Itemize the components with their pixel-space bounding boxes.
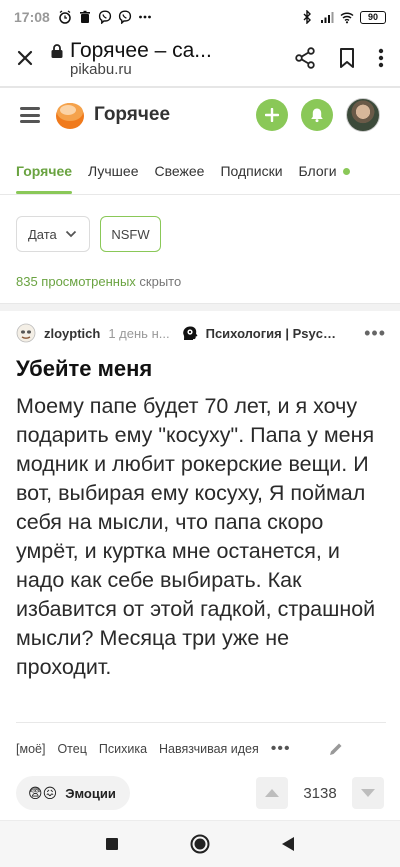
date-select-label: Дата bbox=[28, 226, 57, 242]
post-title[interactable]: Убейте меня bbox=[16, 356, 152, 382]
tab-best[interactable]: Лучшее bbox=[88, 148, 138, 194]
post-meta: zloyptich 1 день н... Психология | Psych… bbox=[16, 320, 386, 346]
close-tab-button[interactable] bbox=[0, 49, 50, 67]
url-area[interactable]: Горячее – са... pikabu.ru bbox=[50, 39, 294, 78]
feed-filters: Дата NSFW bbox=[16, 216, 161, 252]
community-icon[interactable] bbox=[180, 323, 200, 343]
viewed-suffix: скрыто bbox=[135, 274, 182, 289]
site-header: Горячее bbox=[0, 90, 400, 140]
recents-icon[interactable] bbox=[105, 837, 119, 851]
nsfw-toggle[interactable]: NSFW bbox=[100, 216, 161, 252]
downvote-button[interactable] bbox=[352, 777, 384, 809]
tab-blogs[interactable]: Блоги bbox=[299, 148, 350, 194]
share-icon[interactable] bbox=[294, 47, 316, 69]
post-author[interactable]: zloyptich bbox=[44, 326, 100, 341]
upvote-button[interactable] bbox=[256, 777, 288, 809]
tab-fresh[interactable]: Свежее bbox=[154, 148, 204, 194]
viewed-count-link[interactable]: 835 просмотренных bbox=[16, 274, 136, 289]
close-icon bbox=[17, 50, 33, 66]
wifi-icon bbox=[340, 12, 354, 24]
more-tags-button[interactable]: ••• bbox=[271, 740, 291, 758]
post-more-button[interactable]: ••• bbox=[364, 323, 386, 344]
chevron-down-icon bbox=[65, 230, 76, 238]
back-icon[interactable] bbox=[281, 836, 295, 852]
trash-icon bbox=[79, 10, 90, 23]
divider bbox=[0, 86, 400, 88]
page-domain: pikabu.ru bbox=[70, 60, 132, 78]
arrow-up-icon bbox=[265, 789, 279, 797]
divider bbox=[0, 194, 400, 195]
tag-item[interactable]: Психика bbox=[99, 742, 147, 756]
home-icon[interactable] bbox=[190, 834, 210, 854]
viber-icon bbox=[118, 10, 131, 24]
nsfw-label: NSFW bbox=[111, 226, 150, 242]
signal-icon bbox=[321, 12, 334, 23]
divider bbox=[16, 722, 386, 723]
tab-subscriptions[interactable]: Подписки bbox=[220, 148, 282, 194]
post-rating: 3138 bbox=[303, 784, 337, 802]
plus-icon bbox=[265, 108, 279, 122]
lock-icon bbox=[51, 43, 63, 58]
menu-icon[interactable] bbox=[20, 107, 40, 123]
edit-icon[interactable] bbox=[328, 741, 344, 757]
system-icons: 90 bbox=[300, 10, 386, 24]
site-title: Горячее bbox=[94, 104, 171, 125]
viewed-hidden-info: 835 просмотренных скрыто bbox=[16, 274, 181, 289]
status-time: 17:08 bbox=[14, 9, 50, 25]
bell-icon bbox=[311, 108, 323, 123]
post-tags: [моё] Отец Психика Навязчивая идея ••• bbox=[16, 738, 386, 760]
avatar[interactable] bbox=[346, 98, 380, 132]
arrow-down-icon bbox=[361, 789, 375, 797]
browser-toolbar: Горячее – са... pikabu.ru bbox=[0, 34, 400, 82]
tab-hot[interactable]: Горячее bbox=[16, 148, 73, 194]
bookmark-icon[interactable] bbox=[338, 47, 356, 69]
author-avatar-icon[interactable] bbox=[16, 323, 36, 343]
system-nav-bar bbox=[0, 820, 400, 867]
emotions-label: Эмоции bbox=[65, 785, 116, 801]
overflow-menu-icon[interactable] bbox=[378, 47, 384, 69]
emotions-icon: 😨😖 bbox=[28, 784, 58, 801]
pikabu-logo[interactable] bbox=[54, 99, 86, 131]
tag-item[interactable]: Отец bbox=[57, 742, 86, 756]
post-time: 1 день н... bbox=[108, 325, 170, 341]
emotions-button[interactable]: 😨😖 Эмоции bbox=[16, 776, 130, 810]
battery-icon: 90 bbox=[360, 10, 386, 24]
notifications-button[interactable] bbox=[301, 99, 333, 131]
post-actions: 😨😖 Эмоции 3138 bbox=[16, 776, 384, 810]
post-community[interactable]: Психология | Psych... bbox=[206, 326, 338, 341]
notification-icons bbox=[58, 10, 152, 24]
date-select[interactable]: Дата bbox=[16, 216, 90, 252]
rating-block: 3138 bbox=[256, 777, 384, 809]
viber-icon bbox=[98, 10, 111, 24]
tag-item[interactable]: Навязчивая идея bbox=[159, 742, 259, 756]
tag-item[interactable]: [моё] bbox=[16, 742, 45, 756]
more-notifications-icon bbox=[138, 15, 151, 19]
new-indicator-dot bbox=[342, 167, 350, 175]
post-body: Моему папе будет 70 лет, и я хочу подари… bbox=[16, 394, 376, 679]
add-post-button[interactable] bbox=[256, 99, 288, 131]
alarm-icon bbox=[59, 10, 71, 24]
bluetooth-icon bbox=[303, 10, 311, 24]
page-title: Горячее – са... bbox=[70, 38, 212, 62]
divider bbox=[0, 303, 400, 311]
status-bar: 17:08 90 bbox=[0, 0, 400, 34]
feed-tabs: Горячее Лучшее Свежее Подписки Блоги bbox=[0, 148, 400, 194]
